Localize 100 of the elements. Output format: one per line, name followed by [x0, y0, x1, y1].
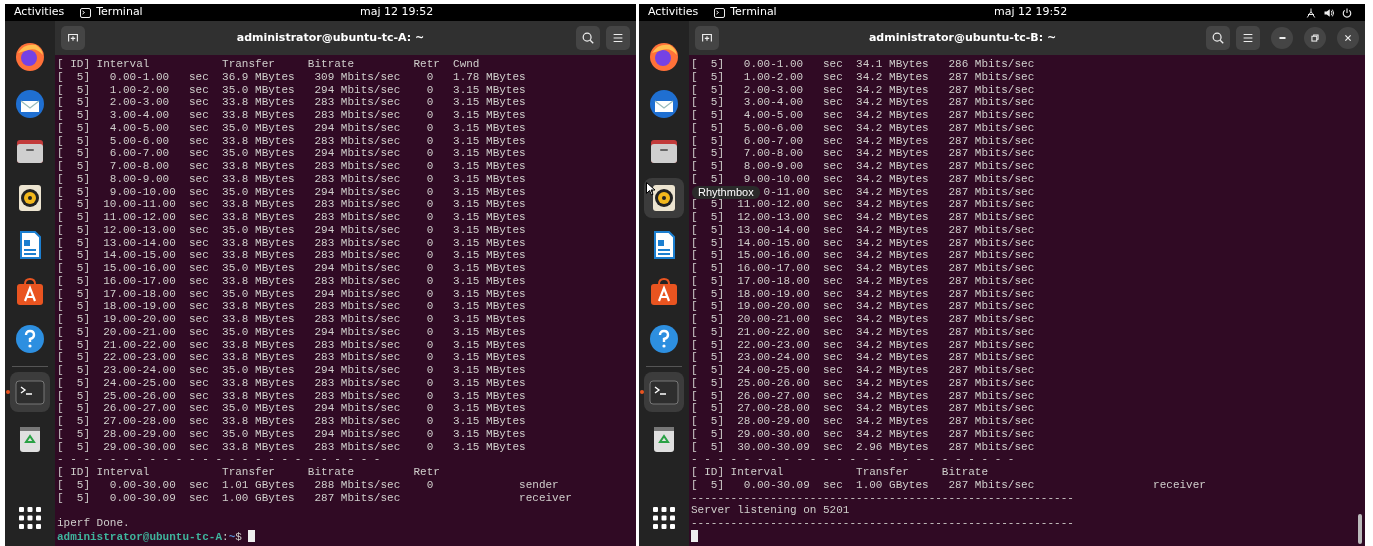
app-menu[interactable]: Terminal — [714, 4, 777, 21]
terminal-line: [ ID] Interval Transfer Bitrate Retr — [57, 466, 440, 479]
terminal-line: [ 5] 0.00-1.00 sec 36.9 MBytes 309 Mbits/sec 0 1.78 MBytes — [57, 70, 526, 84]
terminal-line: [ 5] 14.00-15.00 sec 33.8 MBytes 283 Mbits/sec 0 3.15 MBytes — [57, 249, 526, 262]
new-tab-button[interactable] — [61, 26, 85, 50]
close-button[interactable] — [1337, 27, 1359, 49]
terminal-line: [ 5] 9.00-10.00 sec 34.2 MBytes 287 Mbits/sec — [691, 172, 1035, 186]
minimize-button[interactable] — [1271, 27, 1293, 49]
terminal-line: - - - - - - - - - - - - - - - - - - - - - - - - - — [57, 453, 381, 466]
terminal-line: [ 5] 9.00-10.00 sec 35.0 MBytes 294 Mbits/sec 0 3.15 MBytes — [57, 185, 526, 199]
search-button[interactable] — [1206, 26, 1230, 50]
terminal-icon — [714, 7, 726, 18]
tooltip: Rhythmbox — [692, 186, 760, 199]
terminal-line: Server listening on 5201 — [691, 504, 850, 517]
restore-icon — [1308, 31, 1322, 45]
terminal-line: [ 5] 12.00-13.00 sec 35.0 MBytes 294 Mbits/sec 0 3.15 MBytes — [57, 223, 526, 237]
prompt-path: ~ — [228, 530, 236, 543]
maximize-button[interactable] — [1304, 27, 1326, 49]
terminal-line: [ 5] 10.00-11.00 sec 33.8 MBytes 283 Mbits/sec 0 3.15 MBytes — [57, 198, 526, 211]
terminal-line: [ 5] 4.00-5.00 sec 34.2 MBytes 287 Mbits/sec — [691, 109, 1035, 122]
terminal-line: [ 5] 12.00-13.00 sec 34.2 MBytes 287 Mbits/sec — [691, 211, 1035, 224]
clock[interactable]: maj 12 19:52 — [994, 4, 1068, 21]
terminal-line: [ 5] 0.00-1.00 sec 34.1 MBytes 286 Mbits/sec — [691, 58, 1035, 71]
terminal-line: [ 5] 17.00-18.00 sec 35.0 MBytes 294 Mbits/sec 0 3.15 MBytes — [57, 287, 526, 301]
mouse-pointer-icon — [646, 182, 655, 196]
terminal-line: [ 5] 8.00-9.00 sec 34.2 MBytes 287 Mbits/sec — [691, 160, 1035, 173]
terminal-line: [ 5] 27.00-28.00 sec 34.2 MBytes 287 Mbits/sec — [691, 402, 1035, 415]
terminal-line: [ 5] 1.00-2.00 sec 34.2 MBytes 287 Mbits/sec — [691, 70, 1035, 84]
terminal-line: [ 5] 0.00-30.00 sec 1.01 GBytes 288 Mbits/sec 0 sender — [57, 478, 559, 492]
terminal-line: [ 5] 23.00-24.00 sec 35.0 MBytes 294 Mbits/sec 0 3.15 MBytes — [57, 364, 526, 377]
firefox-icon — [648, 41, 680, 73]
activities-button[interactable]: Activities — [648, 4, 699, 21]
activities-button[interactable]: Activities — [14, 4, 65, 21]
terminal-line: [ 5] 21.00-22.00 sec 33.8 MBytes 283 Mbits/sec 0 3.15 MBytes — [57, 338, 526, 352]
new-tab-icon — [700, 31, 714, 45]
terminal-line: [ 5] 24.00-25.00 sec 33.8 MBytes 283 Mbits/sec 0 3.15 MBytes — [57, 376, 526, 390]
terminal-line: [ 5] 4.00-5.00 sec 35.0 MBytes 294 Mbits/sec 0 3.15 MBytes — [57, 121, 526, 135]
menu-button[interactable] — [1236, 26, 1260, 50]
menu-button[interactable] — [606, 26, 630, 50]
app-menu[interactable]: Terminal — [80, 4, 143, 21]
terminal-line: [ 5] 0.00-30.09 sec 1.00 GBytes 287 Mbits/sec receiver — [57, 491, 572, 505]
terminal-line: [ ID] Interval Transfer Bitrate — [691, 466, 989, 479]
terminal-line: ---------------------------------------------------------- — [691, 517, 1074, 530]
terminal-line: [ 5] 26.00-27.00 sec 34.2 MBytes 287 Mbits/sec — [691, 389, 1035, 403]
menu-icon — [1241, 31, 1255, 45]
terminal-line: [ 5] 25.00-26.00 sec 33.8 MBytes 283 Mbits/sec 0 3.15 MBytes — [57, 389, 526, 403]
clock[interactable]: maj 12 19:52 — [360, 4, 434, 21]
mail-icon — [14, 88, 46, 120]
prompt-separator: : — [222, 530, 229, 543]
search-icon — [1211, 31, 1225, 45]
terminal-line: [ 5] 3.00-4.00 sec 34.2 MBytes 287 Mbits/sec — [691, 96, 1035, 109]
terminal-line: [ ID] Interval Transfer Bitrate Retr Cwnd — [57, 58, 480, 71]
terminal-line: [ 5] 23.00-24.00 sec 34.2 MBytes 287 Mbits/sec — [691, 351, 1035, 364]
firefox-icon — [14, 41, 46, 73]
terminal-line: [ 5] 30.00-30.09 sec 2.96 MBytes 287 Mbits/sec — [691, 440, 1035, 454]
minimize-icon — [1278, 37, 1286, 39]
prompt-symbol: $ — [235, 530, 242, 543]
terminal-line: [ 5] 28.00-29.00 sec 35.0 MBytes 294 Mbits/sec 0 3.15 MBytes — [57, 427, 526, 441]
terminal-line: [ 5] 15.00-16.00 sec 35.0 MBytes 294 Mbits/sec 0 3.15 MBytes — [57, 262, 526, 275]
terminal-line: [ 5] 19.00-20.00 sec 33.8 MBytes 283 Mbits/sec 0 3.15 MBytes — [57, 313, 526, 326]
help-icon — [648, 323, 680, 355]
shopping-bag-icon — [648, 276, 680, 308]
power-icon[interactable] — [1341, 6, 1353, 19]
terminal-line: [ 5] 2.00-3.00 sec 33.8 MBytes 283 Mbits/sec 0 3.15 MBytes — [57, 96, 526, 109]
terminal-line: [ 5] 13.00-14.00 sec 34.2 MBytes 287 Mbits/sec — [691, 223, 1035, 237]
new-tab-icon — [66, 31, 80, 45]
mail-icon — [648, 88, 680, 120]
terminal-line: [ 5] 20.00-21.00 sec 35.0 MBytes 294 Mbits/sec 0 3.15 MBytes — [57, 325, 526, 339]
terminal-line: [ 5] 7.00-8.00 sec 34.2 MBytes 287 Mbits/sec — [691, 147, 1035, 160]
terminal-line: [ 5] 24.00-25.00 sec 34.2 MBytes 287 Mbits/sec — [691, 364, 1035, 377]
terminal-line: [ 5] 0.00-30.09 sec 1.00 GBytes 287 Mbits/sec receiver — [691, 478, 1206, 492]
terminal-line: [ 5] 6.00-7.00 sec 34.2 MBytes 287 Mbits/sec — [691, 134, 1035, 148]
terminal-line: [ 5] 3.00-4.00 sec 33.8 MBytes 283 Mbits/sec 0 3.15 MBytes — [57, 109, 526, 122]
search-button[interactable] — [576, 26, 600, 50]
prompt-user-host: administrator@ubuntu-tc-A — [57, 530, 223, 543]
shopping-bag-icon — [14, 276, 46, 308]
terminal-line: [ 5] 28.00-29.00 sec 34.2 MBytes 287 Mbits/sec — [691, 415, 1035, 428]
terminal-line: iperf Done. — [57, 517, 130, 530]
text-cursor — [691, 529, 698, 542]
volume-icon[interactable] — [1323, 6, 1335, 19]
window-title: administrator@ubuntu-tc-A: ~ — [235, 29, 426, 46]
network-icon[interactable] — [1305, 6, 1317, 19]
terminal-line: [ 5] 18.00-19.00 sec 33.8 MBytes 283 Mbits/sec 0 3.15 MBytes — [57, 300, 526, 313]
terminal-line: [ 5] 7.00-8.00 sec 33.8 MBytes 283 Mbits/sec 0 3.15 MBytes — [57, 160, 526, 173]
terminal-line: [ 5] 11.00-12.00 sec 33.8 MBytes 283 Mbits/sec 0 3.15 MBytes — [57, 211, 526, 224]
terminal-line: [ 5] 5.00-6.00 sec 33.8 MBytes 283 Mbits/sec 0 3.15 MBytes — [57, 134, 526, 148]
terminal-line: - - - - - - - - - - - - - - - - - - - - - - - - - — [691, 453, 1015, 466]
terminal-line: [ 5] 21.00-22.00 sec 34.2 MBytes 287 Mbits/sec — [691, 325, 1035, 339]
terminal-line: [ 5] 2.00-3.00 sec 34.2 MBytes 287 Mbits/sec — [691, 83, 1035, 97]
dock-item[interactable] — [644, 178, 684, 218]
terminal-line: [ 5] 17.00-18.00 sec 34.2 MBytes 287 Mbits/sec — [691, 274, 1035, 288]
terminal-line: [ 5] 14.00-15.00 sec 34.2 MBytes 287 Mbits/sec — [691, 236, 1035, 250]
terminal-line: [ 5] 16.00-17.00 sec 33.8 MBytes 283 Mbits/sec 0 3.15 MBytes — [57, 274, 526, 288]
new-tab-button[interactable] — [695, 26, 719, 50]
terminal-line: [ 5] 11.00-12.00 sec 34.2 MBytes 287 Mbits/sec — [691, 198, 1035, 211]
terminal-line: [ 5] 13.00-14.00 sec 33.8 MBytes 283 Mbits/sec 0 3.15 MBytes — [57, 236, 526, 250]
terminal-line: [ 5] 19.00-20.00 sec 34.2 MBytes 287 Mbits/sec — [691, 300, 1035, 313]
terminal-line: [ 5] 25.00-26.00 sec 34.2 MBytes 287 Mbits/sec — [691, 376, 1035, 390]
terminal-line: [ 5] 22.00-23.00 sec 33.8 MBytes 283 Mbits/sec 0 3.15 MBytes — [57, 351, 526, 364]
terminal-line: [ 5] 16.00-17.00 sec 34.2 MBytes 287 Mbits/sec — [691, 262, 1035, 275]
